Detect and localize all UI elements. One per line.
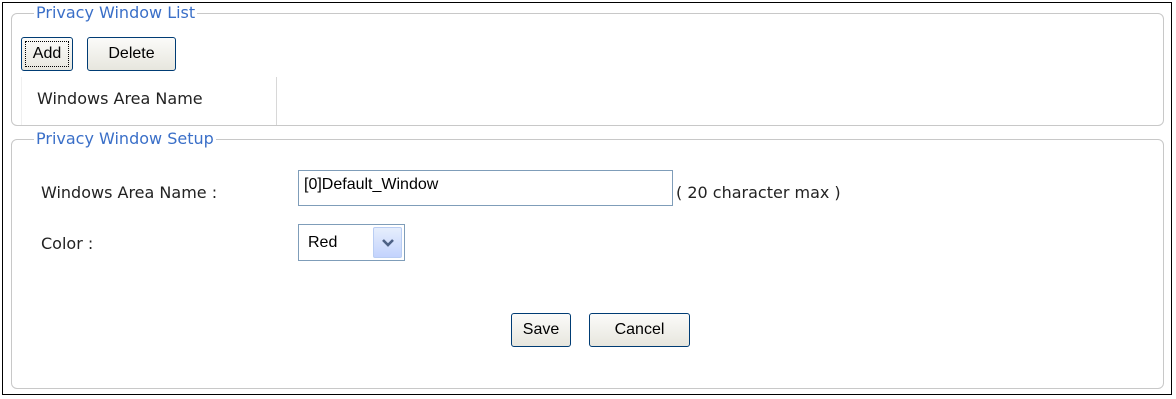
color-label: Color :: [41, 234, 94, 253]
privacy-window-panel: Privacy Window List Add Delete Windows A…: [2, 2, 1172, 395]
save-button[interactable]: Save: [511, 313, 571, 347]
window-area-name-label: Windows Area Name :: [41, 183, 218, 202]
list-column-header: Windows Area Name: [37, 89, 203, 108]
chevron-down-icon: [382, 239, 394, 247]
privacy-window-list-legend: Privacy Window List: [36, 3, 196, 22]
character-limit-hint: ( 20 character max ): [676, 183, 841, 202]
dropdown-button[interactable]: [373, 227, 402, 258]
delete-button[interactable]: Delete: [87, 37, 176, 71]
add-button[interactable]: Add: [21, 37, 73, 71]
cancel-button[interactable]: Cancel: [589, 313, 690, 347]
color-selected-value: Red: [308, 234, 338, 251]
window-list: Windows Area Name: [21, 77, 277, 125]
window-area-name-input[interactable]: [298, 170, 673, 206]
color-select[interactable]: Red: [298, 224, 405, 261]
privacy-window-setup-legend: Privacy Window Setup: [36, 129, 214, 148]
